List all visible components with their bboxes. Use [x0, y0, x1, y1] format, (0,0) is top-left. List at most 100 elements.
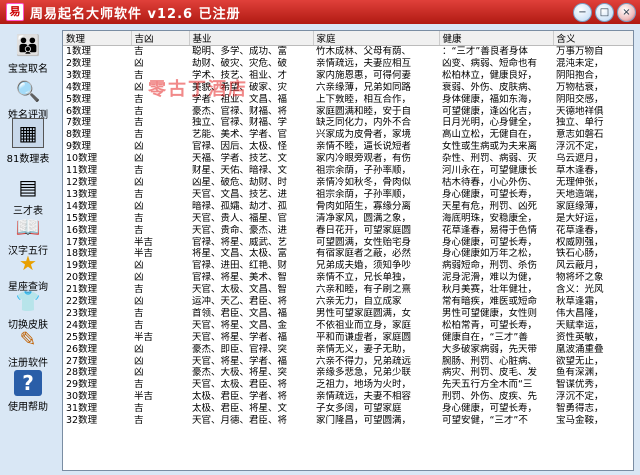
table-cell: 11数理	[66, 165, 98, 177]
sidebar-item-sancai-table[interactable]: ▤ 三才表	[0, 174, 56, 217]
table-row[interactable]: 27数理 凶 天官、将星、学者、福 六亲不得力，兄弟疏远 腕肠、刑罚、心脏病、 欲望无止，	[63, 355, 633, 368]
table-cell: 12数理	[66, 176, 98, 188]
maximize-button[interactable]: □	[595, 3, 614, 22]
table-row[interactable]: 1数理 吉 聪明、多学、成功、富 竹木成林、父母有荫、 ：“三才”善良者身体 万事万物自	[63, 46, 633, 58]
numerology-table-panel: 数理 吉凶 基业 家庭 健康 含义 1数理吉聪明、多学、成功、富 竹木成林、父母有…	[62, 30, 634, 471]
table-cell: 缺乏同化力，内外不合	[316, 117, 412, 129]
table-row[interactable]: 15数理 吉 天官、贵人、福星、官 清净家风，圆满之象， 海底明珠，安稳康全， 是大好运，	[63, 213, 633, 225]
column-header-health[interactable]: 健康	[439, 31, 554, 46]
table-cell: 六亲和睦，有子刷之熹	[316, 284, 412, 296]
table-row[interactable]: 17数理 半吉 官禄、将星、威武、艺 可望圆满，女性贻宅身 身心健康，可望长寿， 权威刚强…	[63, 236, 633, 249]
table-row[interactable]: 13数理 吉 天官、文昌、技艺、进 祖宗余荫，子孙率顺， 身心健康，可望长寿， 天地造端，	[63, 188, 633, 201]
document-icon: ▤	[18, 175, 38, 199]
table-cell: 平和而谦虚者，家庭圆	[316, 331, 412, 343]
table-row[interactable]: 29数理 吉 天官、太极、君臣、将 乏祖力，地场为火时， 先天五行方全木而“三 智谋优秀，	[63, 379, 633, 391]
window-controls: − □ ×	[573, 3, 636, 22]
table-cell: 27数理	[66, 355, 98, 367]
table-row[interactable]: 30数理 半吉 太极、君臣、学者、将 亲情疏远，夫妻不相容 刑罚、外伤、皮疾、先 浮沉不定…	[63, 391, 633, 403]
table-cell: 天官、将星、学者、福	[192, 331, 288, 343]
table-row[interactable]: 32数理 吉 天官、月德、君臣、将 家门隆昌，可望圆满， 可望安健，“三才”不 宝马金鞍，	[63, 415, 633, 427]
minimize-button[interactable]: −	[573, 3, 592, 22]
table-cell: 凶星、破危、劫财、时	[192, 176, 288, 188]
table-cell: 身心健康，可望长寿，	[442, 188, 538, 200]
table-row[interactable]: 6数理 吉 豪杰、官禄、财福、将 家庭圆满和睦，安于自 可望健康，逢凶化吉， 天德地祥俱	[63, 106, 633, 118]
sidebar-item-help[interactable]: ? 使用帮助	[0, 370, 56, 413]
sidebar-item-zodiac[interactable]: ★ 星座查询	[0, 250, 56, 293]
table-cell: 兄弟成夫婚，须知争吵	[316, 260, 412, 272]
table-cell: 25数理	[66, 331, 98, 343]
column-header-foundation[interactable]: 基业	[189, 31, 314, 46]
book-icon: 📖	[15, 215, 41, 239]
table-cell: 半吉	[134, 236, 154, 248]
table-row[interactable]: 10数理 凶 天福、学者、技艺、文 家内冷眼旁观者，有伤 杂性、刑罚、病弱、灭 乌云遮月，	[63, 153, 633, 165]
table-cell: 5数理	[66, 93, 92, 105]
table-cell: 浮沉不定，	[556, 141, 604, 153]
table-cell: 骨肉如陌生，寡缘分离	[316, 200, 412, 212]
table-cell: 18数理	[66, 248, 98, 260]
table-row[interactable]: 2数理 凶 劫财、破灾、灾危、破 亲情疏远，夫妻应相互 凶变、病弱、短命也有 混沌未定，	[63, 57, 633, 70]
table-row[interactable]: 18数理 半吉 将星、文昌、太极、富 有宿家庭者之蔽，必然 身心健康如万年之松， 铁石心肠…	[63, 248, 633, 260]
sidebar-item-name-evaluation[interactable]: 🔍 姓名评测	[0, 78, 56, 121]
table-cell: 腕肠、刑罚、心脏病、	[442, 355, 538, 367]
sidebar-item-label: 注册软件	[8, 358, 48, 369]
table-icon: ▦	[12, 118, 44, 148]
table-cell: 吉	[134, 46, 144, 57]
table-row[interactable]: 22数理 凶 运冲、天乙、君臣、将 六亲无力，自立成家 常有暗疾，难医或短命 秋草逢霜，	[63, 296, 633, 308]
sidebar-item-switch-skin[interactable]: 👕 切换皮肤	[0, 288, 56, 331]
sidebar-item-baby-naming[interactable]: 👪 宝宝取名	[0, 32, 56, 75]
table-cell: 凶	[134, 355, 144, 367]
table-cell: 子女多阔，可望家庭	[316, 403, 402, 415]
table-cell: 凶变、病弱、短命也有	[442, 57, 538, 69]
table-cell: 病灾、刑罚、皮毛、发	[442, 367, 538, 379]
table-row[interactable]: 11数理 吉 财星、天佑、暗禄、文 祖宗余荫，子孙率顺， 河川永在，可望健康长 草木逢春，	[63, 165, 633, 177]
table-cell: 22数理	[66, 296, 98, 308]
table-row[interactable]: 31数理 吉 太极、君臣、将星、文 子女多阔，可望家庭 身心健康，可望长寿， 智勇得志，	[63, 403, 633, 415]
table-row[interactable]: 8数理 吉 艺能、美术、学者、官 兴家成为皮骨者，家境 高山立松，无健自在， 意志如磐石	[63, 129, 633, 141]
table-row[interactable]: 14数理 凶 暗禄、孤孀、劫才、孤 骨肉如陌生，寡缘分离 天星有危，刑罚、凶死 家庭缘薄，	[63, 200, 633, 213]
table-row[interactable]: 21数理 吉 天官、太极、文昌、智 六亲和睦，有子刷之熹 秋月美赛，壮年健壮， 含义：光风	[63, 284, 633, 296]
table-cell: 太极、君臣、学者、将	[192, 391, 288, 403]
table-row[interactable]: 25数理 半吉 天官、将星、学者、福 平和而谦虚者，家庭圆 健康自在，“三才”善 资性英敏…	[63, 331, 633, 344]
table-row[interactable]: 23数理 吉 首领、君臣、文昌、福 男性可望家庭圆满，女 男性可望健康，女性则 伟大昌隆，	[63, 308, 633, 320]
close-button[interactable]: ×	[617, 3, 636, 22]
table-cell: 天官、将星、文昌、金	[192, 319, 288, 331]
table-row[interactable]: 20数理 凶 官禄、将星、美术、智 亲情不立，兄长单独， 泥身泥滑，难以为健， 物将坏之象	[63, 272, 633, 284]
table-cell: 半吉	[134, 331, 154, 343]
sidebar-item-81-table[interactable]: ▦ 81数理表	[0, 118, 56, 165]
column-header-fortune[interactable]: 吉凶	[131, 31, 190, 46]
table-cell: 官禄、将星、威武、艺	[192, 236, 288, 248]
table-row[interactable]: 16数理 吉 天官、贵命、豪杰、进 春日花开，可望家庭圆 花草逢春，易得于色情 花草逢春，	[63, 225, 633, 237]
table-row[interactable]: 24数理 吉 天官、将星、文昌、金 不依祖业而立身，家庭 松柏常青，可望长寿， 天赋幸运，	[63, 319, 633, 332]
table-cell: 鱼有深渊，	[556, 367, 604, 379]
table-row[interactable]: 19数理 凶 官禄、进田、红艳、财 兄弟成夫婚，须知争吵 病弱短命，刑罚、杀伤 风云蔽月，	[63, 260, 633, 272]
sidebar-item-register[interactable]: ✎ 注册软件	[0, 326, 56, 369]
table-row[interactable]: 7数理 吉 独立、官禄、财福、学 缺乏同化力，内外不合 日月光明，心身健全， 独立、单行	[63, 117, 633, 129]
table-row[interactable]: 28数理 凶 豪杰、大极、将星、突 亲缘多悲急，兄弟少联 病灾、刑罚、皮毛、发 鱼有深渊，	[63, 367, 633, 379]
table-cell: 宝马金鞍，	[556, 415, 604, 427]
table-cell: 凶	[134, 343, 144, 355]
table-cell: 13数理	[66, 188, 98, 200]
table-row[interactable]: 26数理 凶 豪杰、即臣、官禄、突 亲情无义，妻子无助， 大多破家病弱，先天带 凰波涌重叠	[63, 343, 633, 356]
table-cell: 凶	[134, 141, 144, 153]
table-cell: 28数理	[66, 367, 98, 379]
column-header-family[interactable]: 家庭	[313, 31, 440, 46]
table-cell: 10数理	[66, 153, 98, 165]
table-cell: 风云蔽月，	[556, 260, 604, 272]
table-row[interactable]: 12数理 凶 凶星、破危、劫财、时 亲情冷如秋冬，骨肉似 枯木待春，小心外伤、 无理伸张，	[63, 176, 633, 189]
table-cell: 枯木待春，小心外伤、	[442, 176, 538, 188]
table-cell: 家内施恩惠，可得何妻	[316, 69, 412, 81]
table-cell: 4数理	[66, 81, 92, 93]
table-cell: 8数理	[66, 129, 92, 141]
star-icon: ★	[19, 251, 37, 275]
table-cell: 浮沉不定，	[556, 391, 604, 403]
table-cell: 万物枯衰，	[556, 81, 604, 93]
table-cell: 杂性、刑罚、病弱、灭	[442, 153, 538, 165]
table-cell: ：“三才”善良者身体	[442, 46, 528, 57]
table-cell: 家庭缘薄，	[556, 200, 604, 212]
table-cell: 21数理	[66, 284, 98, 296]
table-cell: 万事万物自	[556, 46, 604, 57]
table-cell: 天赋幸运，	[556, 319, 604, 331]
table-row[interactable]: 9数理 凶 官禄、因后、太极、怪 亲情不睦，逼长说短者 女性或生病或为夫来离 浮沉不定，	[63, 141, 633, 153]
column-header-number[interactable]: 数理	[63, 31, 132, 46]
column-header-meaning[interactable]: 含义	[553, 31, 633, 46]
